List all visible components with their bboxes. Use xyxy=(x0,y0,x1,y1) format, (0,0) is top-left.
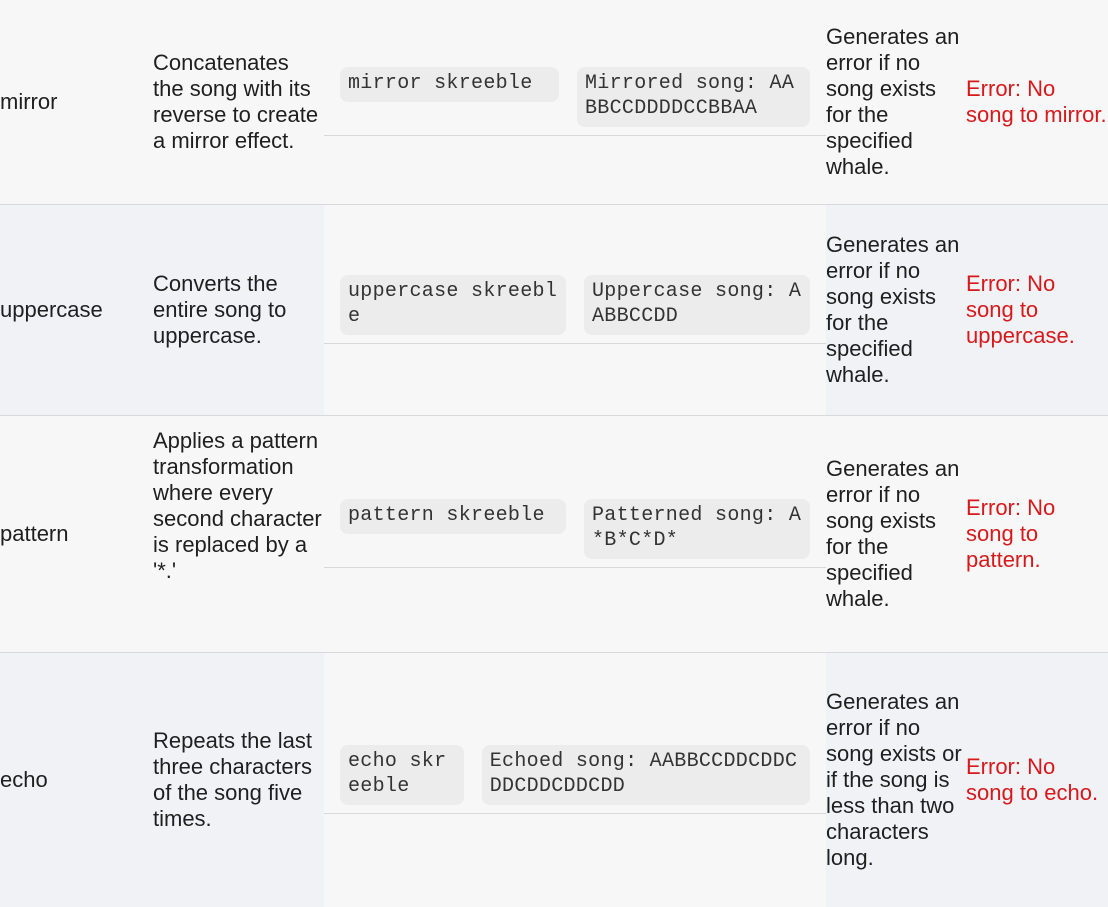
command-name: uppercase xyxy=(0,204,153,415)
example-cell: pattern skreeble Patterned song: A*B*C*D… xyxy=(324,415,826,652)
error-notes: Generates an error if no song exists or … xyxy=(826,652,966,907)
example-output-code: Mirrored song: AABBCCDDDDCCBBAA xyxy=(577,67,810,128)
command-name: echo xyxy=(0,652,153,907)
command-name: mirror xyxy=(0,0,153,204)
command-description: Applies a pattern transformation where e… xyxy=(153,415,324,652)
example-line: mirror skreeble Mirrored song: AABBCCDDD… xyxy=(324,67,826,137)
commands-table: mirror Concatenates the song with its re… xyxy=(0,0,1108,907)
error-notes: Generates an error if no song exists for… xyxy=(826,204,966,415)
example-line: pattern skreeble Patterned song: A*B*C*D… xyxy=(324,499,826,568)
description-text: Applies a pattern transformation where e… xyxy=(153,427,322,583)
command-description: Repeats the last three characters of the… xyxy=(153,652,324,907)
example-command-code: mirror skreeble xyxy=(340,67,559,103)
example-cell: mirror skreeble Mirrored song: AABBCCDDD… xyxy=(324,0,826,204)
example-cell: echo skreeble Echoed song: AABBCCDDCDDCD… xyxy=(324,652,826,907)
command-name: pattern xyxy=(0,415,153,652)
error-notes: Generates an error if no song exists for… xyxy=(826,415,966,652)
table-row-echo: echo Repeats the last three characters o… xyxy=(0,652,1108,907)
command-description: Converts the entire song to uppercase. xyxy=(153,204,324,415)
command-description: Concatenates the song with its reverse t… xyxy=(153,0,324,204)
example-command-code: uppercase skreeble xyxy=(340,275,566,335)
table-row-mirror: mirror Concatenates the song with its re… xyxy=(0,0,1108,204)
example-output-code: Echoed song: AABBCCDDCDDCDDCDDCDDCDD xyxy=(481,745,810,805)
error-message: Error: No song to pattern. xyxy=(966,415,1108,652)
error-message: Error: No song to uppercase. xyxy=(966,204,1108,415)
error-notes: Generates an error if no song exists for… xyxy=(826,0,966,204)
error-message: Error: No song to echo. xyxy=(966,652,1108,907)
example-command-code: pattern skreeble xyxy=(340,499,566,534)
error-message: Error: No song to mirror. xyxy=(966,0,1108,204)
example-output-code: Uppercase song: AABBCCDD xyxy=(584,275,810,335)
example-cell: uppercase skreeble Uppercase song: AABBC… xyxy=(324,204,826,415)
table-row-uppercase: uppercase Converts the entire song to up… xyxy=(0,204,1108,415)
example-line: uppercase skreeble Uppercase song: AABBC… xyxy=(324,275,826,344)
example-line: echo skreeble Echoed song: AABBCCDDCDDCD… xyxy=(324,745,826,814)
example-output-code: Patterned song: A*B*C*D* xyxy=(584,499,810,559)
table-row-pattern: pattern Applies a pattern transformation… xyxy=(0,415,1108,652)
example-command-code: echo skreeble xyxy=(340,745,464,805)
